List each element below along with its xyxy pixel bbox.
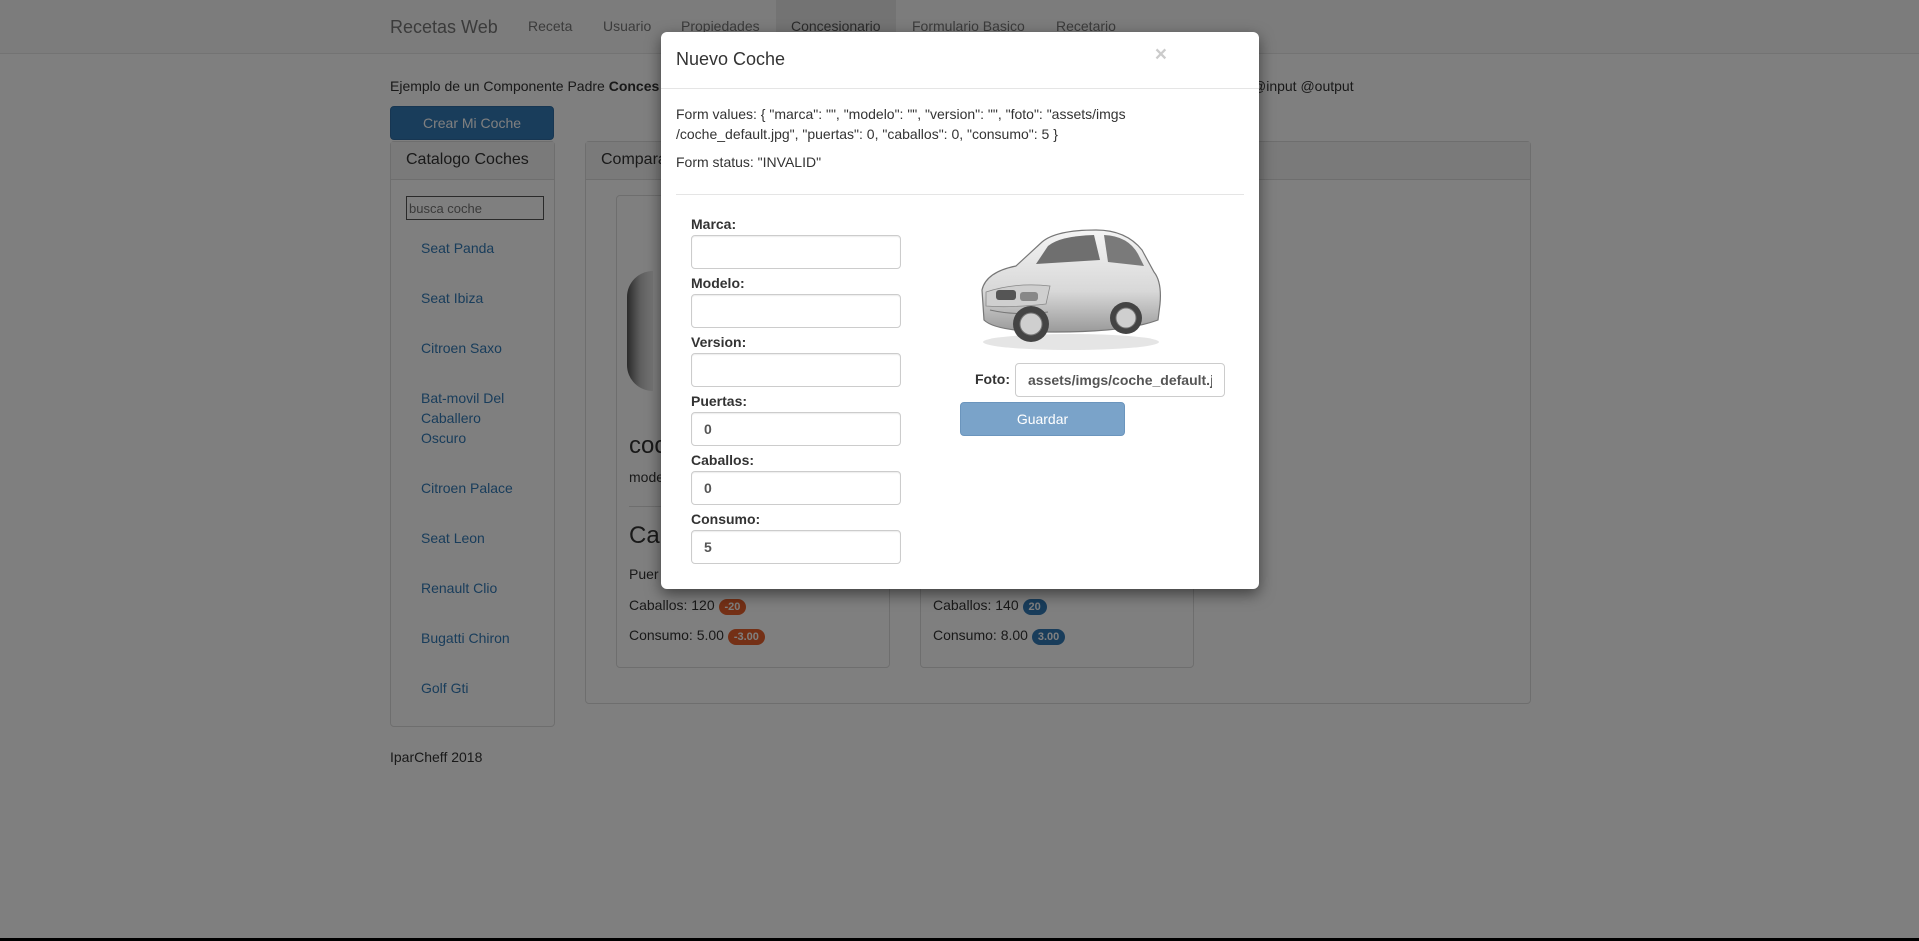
foto-label: Foto: [975, 371, 1010, 387]
car-image [981, 229, 1161, 350]
consumo-field[interactable] [691, 530, 901, 564]
save-button[interactable]: Guardar [960, 402, 1125, 436]
form-status-text: Form status: "INVALID" [676, 154, 822, 170]
close-icon[interactable]: × [1155, 44, 1167, 65]
consumo-label: Consumo: [691, 511, 761, 527]
modelo-label: Modelo: [691, 275, 745, 291]
form-values-text: Form values: { "marca": "", "modelo": ""… [676, 106, 1126, 142]
foto-field[interactable] [1015, 363, 1225, 397]
version-label: Version: [691, 334, 747, 350]
caballos-label: Caballos: [691, 452, 755, 468]
modal-divider [676, 194, 1244, 195]
new-car-modal: Nuevo Coche × Form values: { "marca": ""… [661, 32, 1259, 589]
marca-label: Marca: [691, 216, 737, 232]
modal-header: Nuevo Coche × [661, 32, 1259, 89]
version-field[interactable] [691, 353, 901, 387]
modelo-field[interactable] [691, 294, 901, 328]
puertas-field[interactable] [691, 412, 901, 446]
puertas-label: Puertas: [691, 393, 748, 409]
marca-field[interactable] [691, 235, 901, 269]
caballos-field[interactable] [691, 471, 901, 505]
modal-title: Nuevo Coche [676, 49, 786, 69]
